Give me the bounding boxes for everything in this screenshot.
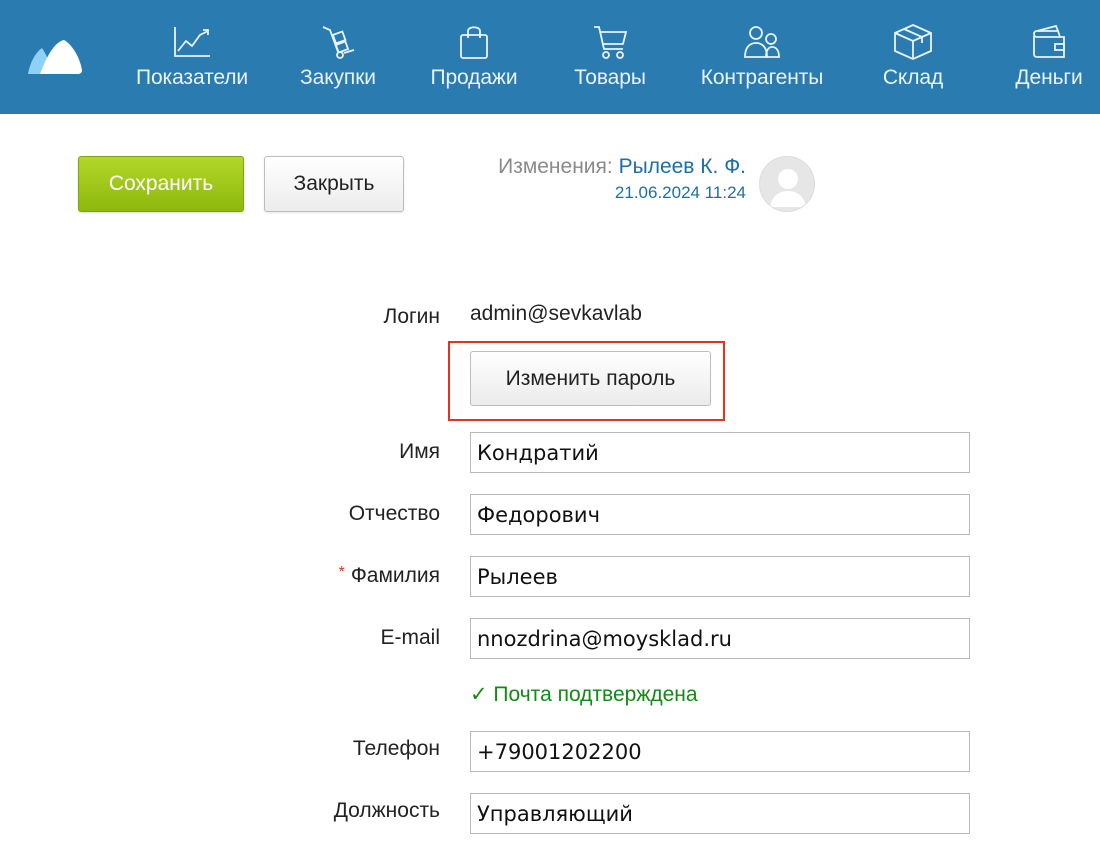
avatar[interactable] [759,156,815,212]
cart-icon [591,22,629,62]
position-field[interactable]: Управляющий [470,793,970,834]
last-changes-info: Изменения: Рылеев К. Ф. 21.06.2024 11:24 [498,156,746,201]
position-value: Управляющий [477,801,633,826]
close-button[interactable]: Закрыть [264,156,404,212]
login-label: Логин [383,305,440,328]
phone-field[interactable]: +79001202200 [470,731,970,772]
nav-item-indicators[interactable]: Показатели [130,0,254,114]
email-value: nnozdrina@moysklad.ru [477,626,732,651]
change-password-button[interactable]: Изменить пароль [470,351,711,406]
last-name-value: Рылеев [477,564,558,589]
phone-value: +79001202200 [477,739,642,764]
nav-label: Продажи [430,66,518,89]
wallet-icon [1030,22,1068,62]
email-field[interactable]: nnozdrina@moysklad.ru [470,618,970,659]
login-value: admin@sevkavlab [470,302,642,325]
top-navigation-bar: Показатели Закупки Продажи Товары Контра… [0,0,1100,114]
patronymic-label: Отчество [348,502,440,525]
email-label: E-mail [380,626,440,649]
box-icon [892,22,934,62]
last-name-label: * Фамилия [339,564,440,588]
first-name-field[interactable]: Кондратий [470,432,970,473]
save-button[interactable]: Сохранить [78,156,244,212]
chart-icon [172,22,212,62]
nav-item-warehouse[interactable]: Склад [872,0,954,114]
first-name-label: Имя [399,440,440,463]
nav-label: Контрагенты [700,66,824,89]
position-label: Должность [333,799,440,822]
changes-label: Изменения: [498,155,613,178]
patronymic-field[interactable]: Федорович [470,494,970,535]
nav-item-counterparties[interactable]: Контрагенты [694,0,830,114]
user-placeholder-icon [770,169,806,207]
nav-label: Склад [882,66,944,89]
people-icon [742,22,782,62]
nav-item-purchases[interactable]: Закупки [294,0,382,114]
first-name-value: Кондратий [477,440,599,465]
changes-author-link[interactable]: Рылеев К. Ф. [619,155,746,178]
email-verified-status: ✓ Почта подтверждена [470,683,698,706]
patronymic-value: Федорович [477,502,600,527]
app-logo[interactable] [26,36,84,76]
nav-label: Товары [574,66,646,89]
nav-item-money[interactable]: Деньги [1010,0,1088,114]
nav-item-sales[interactable]: Продажи [426,0,522,114]
hand-truck-icon [318,22,358,62]
nav-label: Закупки [300,66,376,89]
required-mark: * [338,564,345,581]
changes-date: 21.06.2024 11:24 [614,183,746,202]
last-name-field[interactable]: Рылеев [470,556,970,597]
last-name-label-text: Фамилия [350,564,440,587]
nav-item-goods[interactable]: Товары [570,0,650,114]
nav-label: Показатели [135,66,249,89]
shopping-bag-icon [457,22,491,62]
nav-label: Деньги [1015,66,1083,89]
phone-label: Телефон [352,737,440,760]
